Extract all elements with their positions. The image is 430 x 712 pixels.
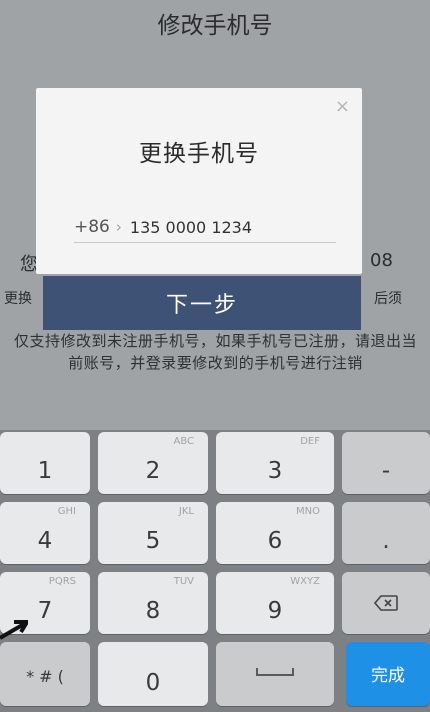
key-label: * # ( (26, 667, 64, 686)
key-label: 2 (145, 458, 161, 484)
key-6[interactable]: MNO 6 (216, 502, 334, 564)
key-symbols[interactable]: * # ( (0, 642, 90, 706)
key-8[interactable]: TUV 8 (98, 572, 208, 634)
key-label: 4 (37, 528, 53, 554)
key-label: 8 (145, 598, 161, 624)
next-step-button[interactable]: 下一步 (43, 276, 361, 330)
space-key[interactable] (216, 642, 334, 706)
key-letters: PQRS (48, 576, 76, 587)
done-key[interactable]: 完成 (346, 642, 430, 706)
key-letters: MNO (296, 506, 320, 517)
key-2[interactable]: ABC 2 (98, 432, 208, 494)
key-label: 1 (37, 458, 53, 484)
dialog-title: 更换手机号 (139, 141, 259, 167)
change-phone-dialog: × 更换手机号 +86 › (36, 88, 362, 274)
close-icon[interactable]: × (335, 96, 350, 117)
key-1[interactable]: 1 (0, 432, 90, 494)
key-letters: WXYZ (290, 576, 320, 587)
backspace-key[interactable] (342, 572, 430, 634)
bg-small-left: 更换 (4, 291, 32, 307)
key-label: 6 (267, 528, 283, 554)
key-0[interactable]: 0 (98, 642, 208, 706)
key-letters: TUV (173, 576, 194, 587)
key-letters: DEF (300, 436, 320, 447)
notice-text: 仅支持修改到未注册手机号，如果手机号已注册，请退出当前账号，并登录要修改到的手机… (13, 332, 417, 372)
chevron-right-icon[interactable]: › (116, 218, 122, 236)
key-letters: GHI (57, 506, 76, 517)
key-label: 完成 (371, 666, 405, 686)
key-letters: ABC (173, 436, 194, 447)
bg-text-right: 08 (370, 250, 393, 271)
space-icon (256, 668, 294, 676)
key-label: 9 (267, 598, 283, 624)
key-4[interactable]: GHI 4 (0, 502, 90, 564)
numeric-keypad: 1 ABC 2 DEF 3 - GHI 4 JKL 5 MNO 6 . PQRS… (0, 430, 430, 712)
key-label: 5 (145, 528, 161, 554)
backspace-icon (374, 595, 398, 611)
key-label: - (381, 458, 391, 484)
key-letters: JKL (178, 506, 194, 517)
key-9[interactable]: WXYZ 9 (216, 572, 334, 634)
pointer-arrow-icon (0, 620, 28, 640)
key-label: . (382, 528, 390, 554)
key-label: 0 (145, 670, 161, 696)
phone-number-input[interactable] (129, 217, 290, 237)
country-code-selector[interactable]: +86 (74, 217, 110, 237)
key-dot[interactable]: . (342, 502, 430, 564)
key-5[interactable]: JKL 5 (98, 502, 208, 564)
key-label: 3 (267, 458, 283, 484)
bg-small-right: 后须 (374, 291, 402, 307)
key-3[interactable]: DEF 3 (216, 432, 334, 494)
phone-field-row: +86 › (74, 212, 336, 243)
page-title: 修改手机号 (157, 13, 273, 39)
key-dash[interactable]: - (342, 432, 430, 494)
